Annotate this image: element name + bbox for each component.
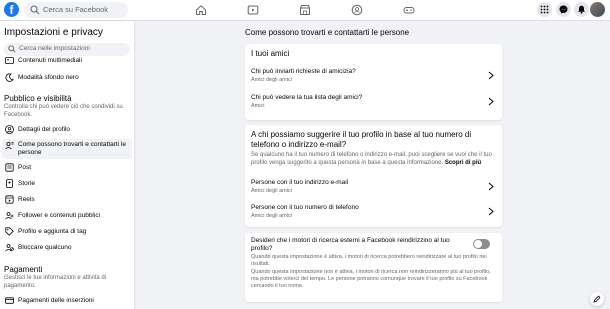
section-desc-public: Controlla chi può vedere ciò che condivi… (4, 104, 123, 118)
menu-grid-icon (540, 5, 549, 14)
media-icon (5, 57, 14, 64)
sidebar-item-profile-details[interactable]: Dettagli del profilo (2, 123, 132, 137)
reels-icon (5, 195, 14, 204)
learn-more-link[interactable]: Scopri di più (445, 160, 481, 166)
account-avatar[interactable] (590, 2, 605, 17)
chevron-right-icon (488, 71, 494, 80)
section-title-payments: Pagamenti (4, 265, 43, 274)
stories-icon (6, 179, 13, 188)
sidebar-item-label: Profilo e aggiunta di tag (18, 228, 87, 235)
friends-card: I tuoi amici Chi può inviarti richieste … (245, 44, 502, 120)
section-title-public: Pubblico e visibilità (4, 94, 72, 103)
setting-value: Amici degli amici (251, 213, 292, 219)
card-title: Desideri che i motori di ricerca esterni… (251, 237, 450, 252)
sidebar-item-followers[interactable]: Follower e contenuti pubblici (2, 209, 132, 223)
section-desc-payments: Gestisci le tue informazioni e attività … (4, 275, 107, 289)
friend-requests-setting[interactable]: Chi può inviarti richieste di amicizia? … (245, 68, 502, 88)
sidebar-item-label: Pagamenti delle inserzioni (18, 297, 94, 304)
page-title: Come possono trovarti e contattarti le p… (245, 28, 410, 37)
sidebar-item-dark-mode[interactable]: Modalità sfondo nero (2, 71, 132, 85)
marketplace-icon[interactable] (299, 4, 311, 16)
chevron-right-icon (488, 207, 494, 216)
card-icon (5, 297, 14, 304)
messenger-icon (559, 5, 568, 14)
sidebar-item-label: Reels (18, 196, 35, 203)
notifications-button[interactable] (574, 2, 589, 17)
menu-grid-button[interactable] (537, 2, 552, 17)
sidebar-item-label: Follower e contenuti pubblici (18, 212, 101, 219)
sidebar-item-blocking[interactable]: Bloccare qualcuno (2, 241, 132, 255)
tag-icon (5, 227, 14, 236)
video-icon[interactable] (247, 4, 259, 16)
setting-question: Chi può inviarti richieste di amicizia? (251, 68, 356, 75)
setting-value: Amici degli amici (251, 188, 292, 194)
setting-question: Persone con il tuo indirizzo e-mail (251, 179, 349, 186)
post-icon (5, 163, 14, 172)
bell-icon (578, 5, 585, 14)
email-suggestion-setting[interactable]: Persone con il tuo indirizzo e-mail Amic… (245, 179, 502, 199)
sidebar-item-label: Come possono trovarti e contattarti le p… (18, 141, 127, 156)
block-icon (5, 244, 14, 252)
card-description-off: Quando questa impostazione non è attiva,… (251, 269, 491, 289)
sidebar-item-label: Contenuti multimediali (18, 57, 82, 64)
setting-value: Amici (251, 103, 265, 109)
setting-question: Persone con il tuo numero di telefono (251, 204, 359, 211)
sidebar-item-media[interactable]: Contenuti multimediali (2, 54, 132, 68)
sidebar-item-stories[interactable]: Storie (2, 177, 132, 191)
search-icon (8, 45, 16, 53)
sidebar-item-label: Dettagli del profilo (18, 126, 71, 133)
phone-suggestion-setting[interactable]: Persone con il tuo numero di telefono Am… (245, 204, 502, 224)
setting-question: Chi può vedere la tua lista degli amici? (251, 94, 363, 101)
compose-button[interactable] (590, 292, 604, 306)
search-engine-toggle[interactable] (473, 239, 490, 249)
card-title: A chi possiamo suggerire il tuo profilo … (251, 130, 472, 149)
sidebar-item-reels[interactable]: Reels (2, 193, 132, 207)
sidebar-item-label: Post (18, 164, 32, 171)
followers-icon (5, 212, 14, 220)
messenger-button[interactable] (556, 2, 571, 17)
sidebar-item-label: Bloccare qualcuno (18, 244, 72, 251)
search-engines-card: Desideri che i motori di ricerca esterni… (245, 233, 502, 302)
contact-suggestions-card: A chi possiamo suggerire il tuo profilo … (245, 125, 502, 227)
card-description: Se qualcuno ha il tuo numero di telefono… (251, 151, 496, 167)
edit-icon (593, 295, 601, 303)
chevron-right-icon (488, 97, 494, 106)
moon-icon (5, 73, 14, 82)
gaming-icon[interactable] (403, 4, 415, 16)
friends-list-setting[interactable]: Chi può vedere la tua lista degli amici?… (245, 94, 502, 114)
settings-search-placeholder: Cerca nelle impostazioni (19, 45, 90, 52)
sidebar-item-label: Storie (18, 180, 35, 187)
sidebar-item-find-contact[interactable]: Come possono trovarti e contattarti le p… (2, 139, 132, 159)
chevron-right-icon (488, 182, 494, 191)
settings-sidebar: Impostazioni e privacy Cerca nelle impos… (0, 21, 134, 309)
top-navigation-bar: f Cerca su Facebook (0, 0, 610, 21)
groups-icon[interactable] (351, 4, 363, 16)
card-description-on: Quando questa impostazione è attiva, i m… (251, 254, 487, 267)
card-title: I tuoi amici (251, 49, 290, 58)
sidebar-title: Impostazioni e privacy (4, 27, 103, 38)
search-icon (30, 5, 40, 15)
facebook-search-input[interactable]: Cerca su Facebook (24, 2, 128, 18)
find-people-icon (5, 141, 14, 150)
profile-icon (5, 125, 14, 134)
sidebar-item-ad-payments[interactable]: Pagamenti delle inserzioni (2, 294, 132, 308)
search-placeholder: Cerca su Facebook (43, 5, 109, 14)
sidebar-item-post[interactable]: Post (2, 161, 132, 175)
sidebar-item-label: Modalità sfondo nero (18, 74, 79, 81)
facebook-logo[interactable]: f (4, 2, 19, 17)
home-icon[interactable] (195, 4, 207, 16)
sidebar-item-profile-tagging[interactable]: Profilo e aggiunta di tag (2, 225, 132, 239)
setting-value: Amici degli amici (251, 77, 292, 83)
